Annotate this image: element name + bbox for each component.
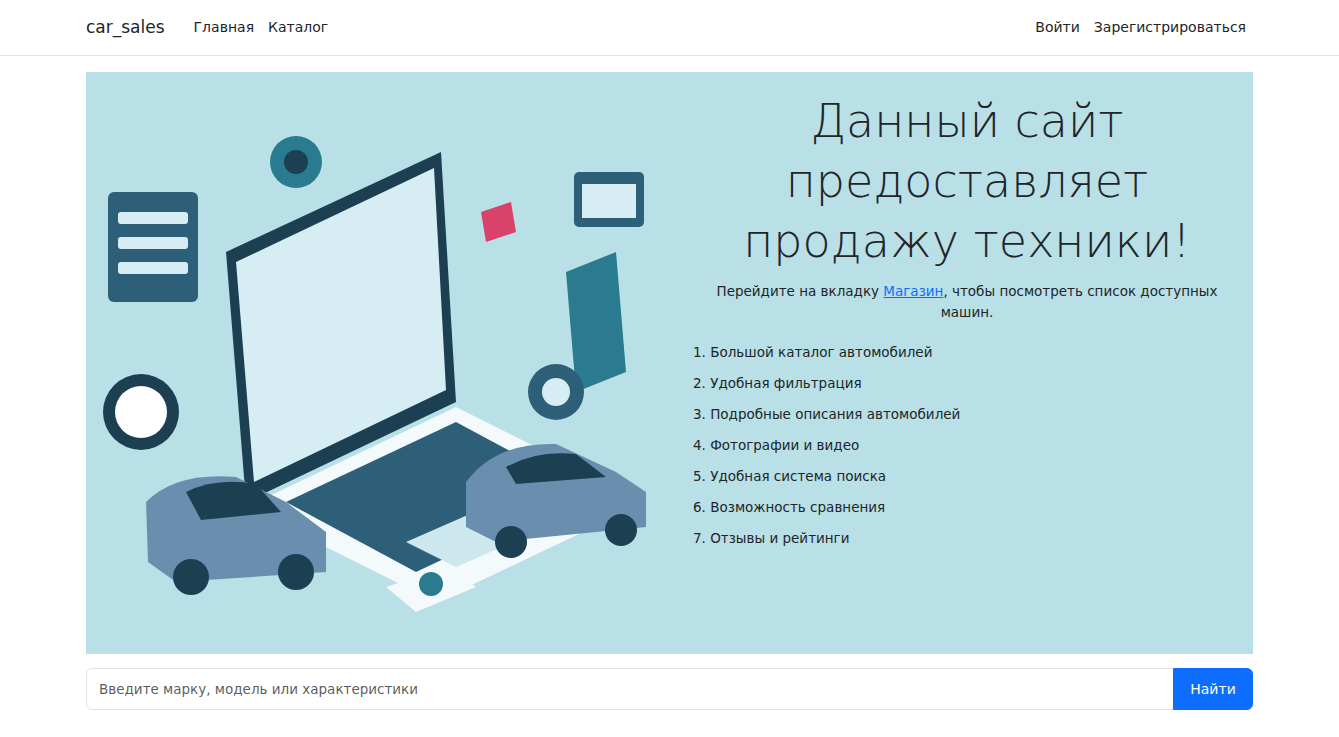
search-bar: Найти — [86, 668, 1253, 710]
nav-links: ГлавнаяКаталог — [187, 17, 336, 38]
hero-intro: Перейдите на вкладку Магазин, чтобы посм… — [693, 281, 1241, 322]
feature-text: Большой каталог автомобилей — [710, 344, 932, 360]
feature-number: 3. — [693, 406, 706, 422]
feature-item: 2. Удобная фильтрация — [693, 371, 1241, 402]
feature-number: 4. — [693, 437, 706, 453]
auth-links: ВойтиЗарегистрироваться — [1028, 17, 1253, 38]
shop-link[interactable]: Магазин — [883, 283, 943, 299]
search-button[interactable]: Найти — [1173, 668, 1253, 710]
feature-number: 2. — [693, 375, 706, 391]
nav-link[interactable]: Главная — [187, 17, 261, 38]
feature-number: 5. — [693, 468, 706, 484]
navbar: car_sales ГлавнаяКаталог ВойтиЗарегистриро… — [0, 0, 1339, 56]
brand-logo[interactable]: car_sales — [86, 15, 165, 41]
feature-item: 1. Большой каталог автомобилей — [693, 340, 1241, 371]
intro-text: Перейдите на вкладку — [716, 283, 883, 299]
feature-item: 4. Фотографии и видео — [693, 433, 1241, 464]
search-input[interactable] — [86, 668, 1174, 710]
feature-text: Возможность сравнения — [710, 499, 885, 515]
hero-illustration — [86, 72, 653, 654]
feature-item: 7. Отзывы и рейтинги — [693, 526, 1241, 557]
feature-text: Фотографии и видео — [710, 437, 859, 453]
feature-list: 1. Большой каталог автомобилей2. Удобная… — [693, 340, 1241, 557]
register-link[interactable]: Зарегистрироваться — [1087, 17, 1253, 38]
hero-title: Данный сайт предоставляет продажу техник… — [732, 92, 1202, 271]
feature-item: 3. Подробные описания автомобилей — [693, 402, 1241, 433]
feature-item: 6. Возможность сравнения — [693, 495, 1241, 526]
car-sales-illustration-icon — [86, 72, 653, 654]
feature-text: Удобная система поиска — [710, 468, 886, 484]
login-link[interactable]: Войти — [1028, 17, 1087, 38]
intro-text: , чтобы посмотреть список доступных маши… — [941, 283, 1218, 319]
hero: Данный сайт предоставляет продажу техник… — [86, 72, 1253, 654]
feature-item: 5. Удобная система поиска — [693, 464, 1241, 495]
feature-text: Отзывы и рейтинги — [710, 530, 849, 546]
nav-link[interactable]: Каталог — [261, 17, 335, 38]
feature-text: Подробные описания автомобилей — [710, 406, 960, 422]
feature-text: Удобная фильтрация — [710, 375, 861, 391]
feature-number: 1. — [693, 344, 706, 360]
feature-number: 7. — [693, 530, 706, 546]
feature-number: 6. — [693, 499, 706, 515]
